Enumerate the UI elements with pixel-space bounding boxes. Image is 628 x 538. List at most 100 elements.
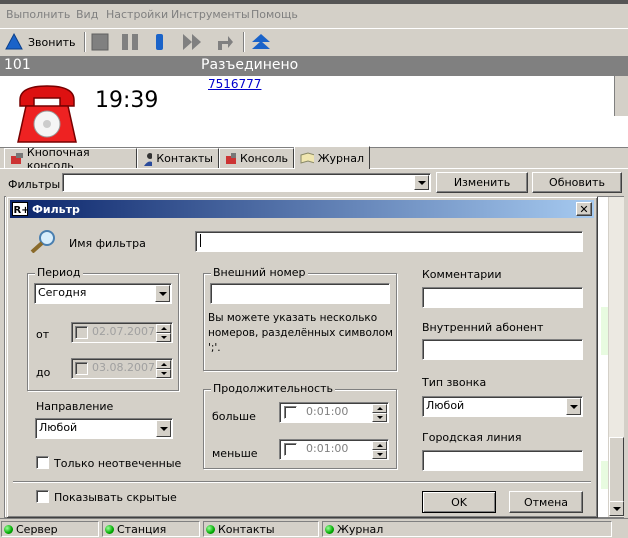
chevron-down-icon[interactable] — [156, 420, 171, 437]
stop-button[interactable] — [90, 31, 110, 53]
direction-select[interactable]: Любой — [35, 418, 173, 439]
to-date-input[interactable]: 03.08.2007 — [71, 358, 173, 379]
external-number-input[interactable] — [210, 283, 390, 304]
to-date-checkbox[interactable] — [75, 362, 88, 375]
filter-dialog: R+ Фильтр ✕ Имя фильтра Период Сегодня о… — [6, 196, 598, 518]
show-hidden-label: Показывать скрытые — [54, 491, 177, 504]
chevron-down-icon[interactable] — [414, 175, 429, 190]
status-led-icon — [206, 524, 215, 534]
table-scrollbar[interactable] — [608, 197, 624, 517]
internal-subscriber-input[interactable] — [422, 339, 583, 360]
duration-legend: Продолжительность — [211, 382, 335, 395]
console-phone-icon — [226, 152, 236, 164]
period-group: Период Сегодня от 02.07.2007 до 03.08.20… — [27, 266, 179, 391]
transfer-arrow-icon — [218, 36, 233, 50]
ok-button[interactable]: OK — [422, 491, 496, 513]
tab-journal[interactable]: Журнал — [294, 146, 370, 169]
contact-person-icon — [144, 152, 153, 166]
pause-button[interactable] — [120, 31, 140, 53]
duration-more-checkbox[interactable] — [284, 406, 297, 419]
unanswered-checkbox[interactable] — [36, 456, 49, 469]
unanswered-label: Только неотвеченные — [54, 457, 182, 470]
scroll-thumb[interactable] — [609, 437, 624, 503]
from-date-checkbox[interactable] — [75, 326, 88, 339]
record-icon — [156, 34, 163, 50]
filters-select[interactable] — [62, 173, 431, 192]
forward-button[interactable] — [181, 31, 203, 53]
spin-up-icon[interactable] — [156, 324, 171, 333]
scroll-down-icon[interactable] — [609, 501, 624, 516]
status-contacts: Контакты — [203, 521, 319, 537]
filters-label: Фильтры — [8, 178, 61, 191]
menu-run[interactable]: Выполнить — [6, 8, 70, 21]
call-button[interactable]: Звонить — [4, 31, 76, 53]
duration-group: Продолжительность больше 0:01:00 меньше … — [203, 382, 397, 469]
spin-up-icon[interactable] — [372, 441, 387, 450]
journal-book-icon — [300, 152, 314, 164]
spin-down-icon[interactable] — [372, 450, 387, 459]
dialog-titlebar: R+ Фильтр ✕ — [10, 200, 594, 218]
row-highlight — [601, 461, 608, 489]
tab-button-console[interactable]: Кнопочная консоль — [4, 146, 137, 172]
chevron-down-icon[interactable] — [155, 285, 170, 302]
duration-less-label: меньше — [212, 447, 258, 460]
chevron-down-icon[interactable] — [566, 398, 581, 415]
external-number-legend: Внешний номер — [211, 266, 308, 279]
call-type-label: Тип звонка — [422, 376, 487, 389]
duration-more-label: больше — [212, 410, 256, 423]
spin-up-icon[interactable] — [156, 360, 171, 369]
edit-filter-button[interactable]: Изменить — [436, 172, 528, 193]
hold-button[interactable] — [150, 31, 170, 53]
menu-help[interactable]: Помощь — [251, 8, 298, 21]
duration-less-input[interactable]: 0:01:00 — [279, 439, 389, 460]
spin-down-icon[interactable] — [156, 333, 171, 342]
close-icon[interactable]: ✕ — [576, 202, 592, 216]
duration-more-input[interactable]: 0:01:00 — [279, 402, 389, 423]
phone-keys-icon — [11, 152, 23, 164]
menu-settings[interactable]: Настройки — [106, 8, 168, 21]
status-led-icon — [325, 524, 334, 534]
app-logo-icon: R+ — [12, 202, 28, 216]
toolbar-separator — [84, 32, 86, 52]
spin-down-icon[interactable] — [156, 369, 171, 378]
spin-up-icon[interactable] — [372, 404, 387, 413]
collapse-button[interactable] — [250, 31, 272, 53]
period-select[interactable]: Сегодня — [34, 283, 172, 304]
window-edge — [0, 0, 628, 4]
call-button-label: Звонить — [28, 35, 76, 49]
menu-view[interactable]: Вид — [76, 8, 98, 21]
duration-less-checkbox[interactable] — [284, 443, 297, 456]
cancel-button[interactable]: Отмена — [509, 491, 583, 513]
city-line-input[interactable] — [422, 450, 583, 471]
tab-console[interactable]: Консоль — [219, 148, 294, 168]
call-header: 101 Разъединено — [0, 56, 628, 76]
spin-down-icon[interactable] — [372, 413, 387, 422]
refresh-button[interactable]: Обновить — [532, 172, 622, 193]
status-station: Станция — [102, 521, 200, 537]
panel-scroll — [614, 76, 628, 116]
external-number-group: Внешний номер Вы можете указать нескольк… — [203, 266, 397, 371]
filter-name-input[interactable] — [195, 231, 583, 252]
status-journal: Журнал — [322, 521, 612, 537]
from-label: от — [36, 328, 50, 341]
menu-tools[interactable]: Инструменты — [171, 8, 250, 21]
status-bar: Сервер Станция Контакты Журнал — [0, 518, 628, 538]
comments-input[interactable] — [422, 287, 583, 308]
to-label: до — [36, 366, 51, 379]
external-number-hint: Вы можете указать несколько номеров, раз… — [208, 312, 393, 354]
period-legend: Период — [35, 266, 83, 279]
show-hidden-checkbox[interactable] — [36, 490, 49, 503]
status-led-icon — [4, 524, 13, 534]
call-status: Разъединено — [201, 57, 299, 73]
tab-contacts[interactable]: Контакты — [137, 148, 219, 168]
menu-bar: Выполнить Вид Настройки Инструменты Помо… — [0, 0, 628, 28]
direction-label: Направление — [36, 400, 114, 413]
status-server: Сервер — [1, 521, 99, 537]
magnifier-icon — [30, 230, 55, 253]
internal-subscriber-label: Внутренний абонент — [422, 321, 544, 334]
phone-number-link[interactable]: 7516777 — [208, 77, 261, 91]
transfer-button[interactable] — [214, 31, 234, 53]
call-panel: 19:39 7516777 — [0, 76, 628, 148]
call-type-select[interactable]: Любой — [422, 396, 583, 417]
from-date-input[interactable]: 02.07.2007 — [71, 322, 173, 343]
